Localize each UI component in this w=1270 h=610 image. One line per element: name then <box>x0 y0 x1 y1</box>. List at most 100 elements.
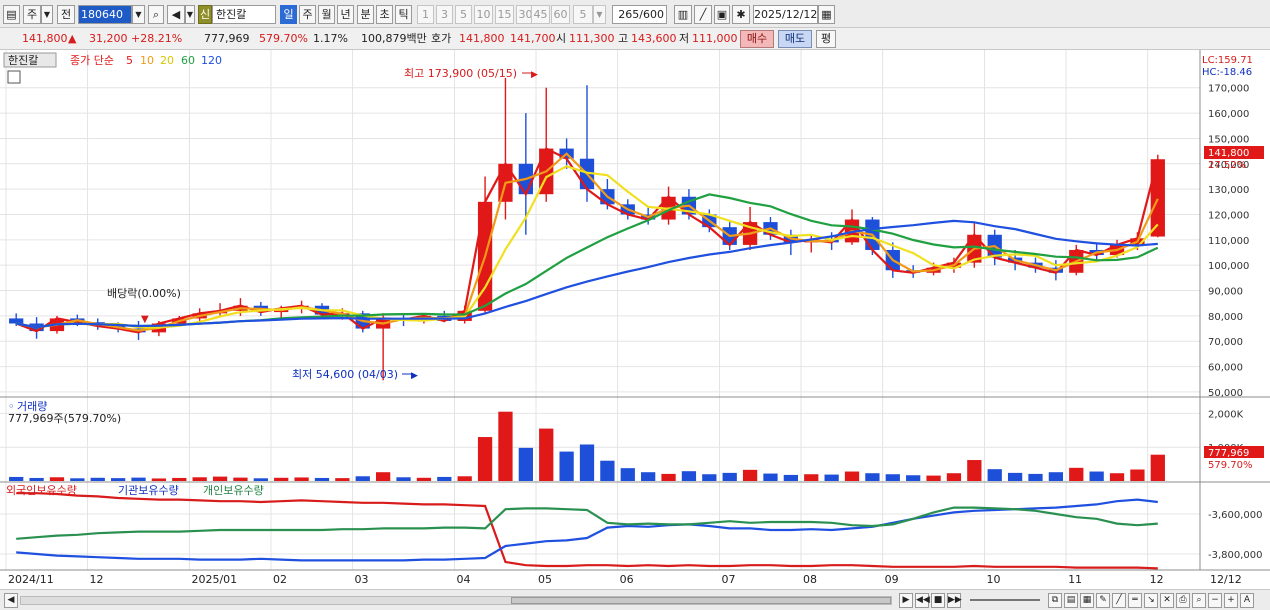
search-icon[interactable]: ⌕ <box>148 5 164 24</box>
sell-button[interactable]: 매도 <box>778 30 812 48</box>
open-label: 시 <box>556 32 567 45</box>
tab-year[interactable]: 년 <box>337 5 354 24</box>
volume-pct-label: 579.70% <box>1208 460 1253 471</box>
arrow-tool-icon[interactable]: ↘ <box>1144 593 1158 608</box>
low-price: 111,000 <box>692 32 738 45</box>
tab-tick[interactable]: 틱 <box>395 5 412 24</box>
chart-background <box>0 50 1270 589</box>
period-select[interactable]: 주 <box>23 5 41 24</box>
volume-bar <box>253 478 268 481</box>
price-tick-label: 150,000 <box>1208 134 1249 145</box>
count-dropdown-icon[interactable]: ▼ <box>593 5 606 24</box>
pencil-icon[interactable]: ✎ <box>1096 593 1110 608</box>
chart-layout-icon[interactable]: ▤ <box>3 5 20 24</box>
scroll-right-icon[interactable]: ▶ <box>899 593 913 608</box>
price-tick-label: 170,000 <box>1208 84 1249 95</box>
change-percent: +28.21% <box>131 32 183 45</box>
volume-bar <box>49 477 65 481</box>
x-tick-label: 04 <box>456 573 470 586</box>
gear-icon[interactable]: ✱ <box>732 5 750 24</box>
count-input[interactable]: 5 <box>573 5 593 24</box>
x-tick-label: 06 <box>620 573 634 586</box>
line-tool-icon[interactable]: ╱ <box>1112 593 1126 608</box>
draw-tool-icon[interactable]: ╱ <box>694 5 712 24</box>
volume-bar <box>1069 467 1084 481</box>
volume-bar <box>9 476 24 481</box>
ma-legend-prefix: 종가 단순 <box>70 54 114 67</box>
print-icon[interactable]: ⎙ <box>1176 593 1190 608</box>
x-right-label: 12/12 <box>1210 573 1242 586</box>
range-value: 265 <box>618 8 640 21</box>
stock-code-input[interactable]: 180640 <box>78 5 132 24</box>
x-tick-label: 09 <box>885 573 899 586</box>
price-tick-label: 80,000 <box>1208 312 1243 323</box>
range-field[interactable]: 265/600 <box>612 5 667 24</box>
ma-legend-10: 10 <box>140 54 154 67</box>
range-total: /600 <box>639 8 664 21</box>
volume-bar <box>1048 472 1064 481</box>
speaker-dropdown-icon[interactable]: ▼ <box>185 5 195 24</box>
interval-5[interactable]: 5 <box>455 5 472 24</box>
interval-10[interactable]: 10 <box>474 5 493 24</box>
quote-bar: 141,800 ▲ 31,200 +28.21% 777,969 579.70%… <box>0 28 1270 50</box>
x-tick-label: 11 <box>1068 573 1082 586</box>
layout-icon[interactable]: ▤ <box>1064 593 1078 608</box>
tab-second[interactable]: 초 <box>376 5 393 24</box>
tab-day[interactable]: 일 <box>280 5 297 24</box>
evaluate-button[interactable]: 평 <box>816 30 836 48</box>
ask-price: 141,700 <box>510 32 556 45</box>
tab-week[interactable]: 주 <box>299 5 316 24</box>
volume-bar <box>824 474 839 481</box>
prev-button[interactable]: 전 <box>57 5 75 24</box>
scrollbar-track[interactable] <box>20 596 892 605</box>
legend-individual: 개인보유수량 <box>203 484 264 497</box>
auto-scale-icon[interactable]: A <box>1240 593 1254 608</box>
clear-icon[interactable]: ✕ <box>1160 593 1174 608</box>
low-annotation: 최저 54,600 (04/03) <box>292 368 398 381</box>
speaker-icon[interactable]: ◀ <box>167 5 185 24</box>
chart-type-icon[interactable]: ▥ <box>674 5 692 24</box>
volume-bar <box>29 477 44 481</box>
scroll-left-icon[interactable]: ◀ <box>4 593 18 608</box>
grid-icon[interactable]: ▦ <box>1080 593 1094 608</box>
scrollbar-thumb[interactable] <box>511 597 891 604</box>
stock-name-field[interactable]: 한진칼 <box>212 5 276 24</box>
volume-bar <box>906 475 921 481</box>
lc-label: LC:159.71 <box>1202 55 1253 66</box>
interval-45[interactable]: 45 <box>531 5 550 24</box>
zoom-slider[interactable] <box>970 599 1040 601</box>
buy-button[interactable]: 매수 <box>740 30 774 48</box>
interval-15[interactable]: 15 <box>495 5 514 24</box>
copy-icon[interactable]: ⧉ <box>1048 593 1062 608</box>
save-icon[interactable]: ▣ <box>714 5 730 24</box>
stop-icon[interactable]: ■ <box>931 593 945 608</box>
interval-3[interactable]: 3 <box>436 5 453 24</box>
magnifier-icon[interactable]: ⌕ <box>1192 593 1206 608</box>
date-input[interactable]: 2025/12/12 <box>753 5 818 24</box>
table-toggle-icon[interactable] <box>7 70 21 84</box>
ruler-icon[interactable]: ═ <box>1128 593 1142 608</box>
volume-bar <box>335 478 350 481</box>
interval-60[interactable]: 60 <box>551 5 570 24</box>
code-dropdown-icon[interactable]: ▼ <box>132 5 145 24</box>
volume-value-label: 777,969주(579.70%) <box>8 412 121 425</box>
ma-legend-60: 60 <box>181 54 195 67</box>
volume-bar <box>742 469 758 481</box>
ma-legend-120: 120 <box>201 54 222 67</box>
legend-foreign: 외국인보유수량 <box>6 484 77 497</box>
price-tick-label: 110,000 <box>1208 236 1249 247</box>
period-dropdown-icon[interactable]: ▼ <box>41 5 53 24</box>
calendar-icon[interactable]: ▦ <box>818 5 835 24</box>
volume-bar <box>1028 473 1043 481</box>
zoom-out-icon[interactable]: − <box>1208 593 1222 608</box>
x-tick-label: 07 <box>722 573 736 586</box>
interval-1[interactable]: 1 <box>417 5 434 24</box>
zoom-in-icon[interactable]: + <box>1224 593 1238 608</box>
volume-bar <box>661 473 676 481</box>
current-price: 141,800 <box>22 32 68 45</box>
chart-area[interactable]: 170,000160,000150,000140,000130,000120,0… <box>0 50 1270 589</box>
tab-minute[interactable]: 분 <box>357 5 374 24</box>
rewind-icon[interactable]: ◀◀ <box>915 593 930 608</box>
fast-forward-icon[interactable]: ▶▶ <box>947 593 962 608</box>
tab-month[interactable]: 월 <box>318 5 335 24</box>
